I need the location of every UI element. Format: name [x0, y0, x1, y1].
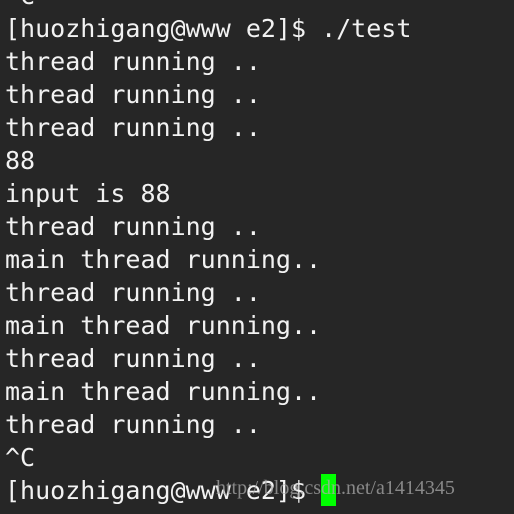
watermark: http://blog.csdn.net/a1414345 [216, 477, 455, 499]
terminal-line: thread running .. [5, 113, 261, 142]
terminal-line: input is 88 [5, 179, 171, 208]
terminal-line: main thread running.. [5, 245, 322, 274]
terminal-line: thread running .. [5, 410, 261, 439]
terminal-line: main thread running.. [5, 377, 322, 406]
terminal-line: thread running .. [5, 278, 261, 307]
terminal-line: main thread running.. [5, 311, 322, 340]
terminal-line: ^C [5, 0, 411, 12]
terminal-line: thread running .. [5, 212, 261, 241]
terminal-line: 88 [5, 146, 36, 175]
terminal-line: thread running .. [5, 80, 261, 109]
terminal-line: [huozhigang@www e2]$ ./test [5, 14, 412, 43]
terminal-output[interactable]: ^C [huozhigang@www e2]$ ./test thread ru… [5, 0, 411, 507]
terminal-line: thread running .. [5, 344, 261, 373]
terminal-line: ^C [5, 443, 36, 472]
terminal-window: ^C [huozhigang@www e2]$ ./test thread ru… [0, 0, 514, 514]
terminal-line: thread running .. [5, 47, 261, 76]
